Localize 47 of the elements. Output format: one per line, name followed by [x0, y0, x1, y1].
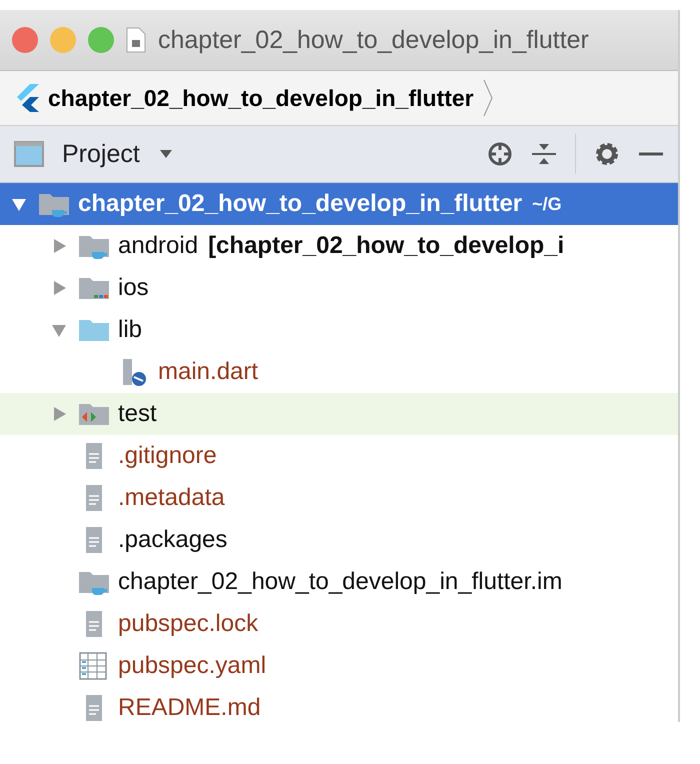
file-name: README.md — [118, 694, 261, 722]
tree-item[interactable]: pubspec.yaml — [0, 645, 678, 687]
zoom-dot[interactable] — [88, 27, 114, 53]
tree-item[interactable]: .gitignore — [0, 435, 678, 477]
tree-item[interactable]: lib — [0, 309, 678, 351]
settings-icon[interactable] — [594, 141, 620, 167]
collapsed-arrow-icon[interactable] — [51, 238, 67, 254]
table-file-icon — [78, 652, 110, 680]
tree-item[interactable]: .packages — [0, 519, 678, 561]
module-path: ~/G — [532, 194, 562, 214]
collapse-all-icon[interactable] — [531, 141, 557, 167]
tree-item[interactable]: test — [0, 393, 678, 435]
file-name: chapter_02_how_to_develop_in_flutter.im — [118, 568, 562, 596]
file-name: .metadata — [118, 484, 225, 512]
file-name: chapter_02_how_to_develop_in_flutter — [78, 190, 522, 218]
file-name: android — [118, 232, 198, 260]
window-icon — [14, 141, 44, 167]
tree-item[interactable]: README.md — [0, 687, 678, 722]
tree-item[interactable]: main.dart — [0, 351, 678, 393]
file-name: lib — [118, 316, 142, 344]
file-name: .packages — [118, 526, 228, 554]
file-name: main.dart — [158, 358, 258, 386]
expanded-arrow-icon[interactable] — [11, 196, 27, 212]
document-icon — [126, 27, 146, 53]
minimize-dot[interactable] — [50, 27, 76, 53]
file-name: .gitignore — [118, 442, 217, 470]
file-name: ios — [118, 274, 149, 302]
tree-item[interactable]: ios — [0, 267, 678, 309]
module-path: [chapter_02_how_to_develop_i — [208, 232, 564, 260]
chevron-icon — [482, 78, 494, 118]
window-title: chapter_02_how_to_develop_in_flutter — [158, 26, 589, 54]
expanded-arrow-icon[interactable] — [51, 322, 67, 338]
tree-item[interactable]: .metadata — [0, 477, 678, 519]
file-name: pubspec.lock — [118, 610, 258, 638]
collapsed-arrow-icon[interactable] — [51, 406, 67, 422]
tree-item[interactable]: android [chapter_02_how_to_develop_i — [0, 225, 678, 267]
tree-item[interactable]: chapter_02_how_to_develop_in_flutter.im — [0, 561, 678, 603]
file-name: test — [118, 400, 157, 428]
file-name: pubspec.yaml — [118, 652, 266, 680]
flutter-logo-icon — [16, 84, 40, 112]
tree-item[interactable]: chapter_02_how_to_develop_in_flutter ~/G — [0, 183, 678, 225]
view-dropdown[interactable]: Project — [62, 140, 172, 168]
close-dot[interactable] — [12, 27, 38, 53]
locate-icon[interactable] — [487, 141, 513, 167]
collapsed-arrow-icon[interactable] — [51, 280, 67, 296]
tree-item[interactable]: pubspec.lock — [0, 603, 678, 645]
dropdown-arrow-icon — [160, 150, 172, 158]
